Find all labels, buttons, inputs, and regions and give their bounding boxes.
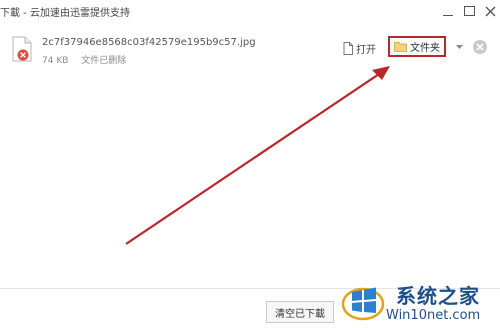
remove-circle-icon[interactable] <box>472 39 488 55</box>
image-file-icon <box>12 36 32 62</box>
close-icon <box>485 6 495 16</box>
clear-downloaded-button[interactable]: 清空已下載 <box>266 301 334 323</box>
file-status: 文件已删除 <box>81 56 127 66</box>
watermark: 系统之家 Win10net.com <box>340 272 500 328</box>
file-size: 74 KB <box>42 56 69 66</box>
open-button[interactable]: 打开 <box>343 40 376 56</box>
minimize-icon <box>443 14 453 16</box>
folder-icon <box>394 42 407 52</box>
maximize-button[interactable] <box>459 2 479 20</box>
document-icon <box>343 41 353 55</box>
watermark-url: Win10net.com <box>386 308 481 323</box>
watermark-title: 系统之家 <box>396 284 480 308</box>
watermark-logo-icon <box>341 287 385 321</box>
chevron-down-icon <box>455 44 463 49</box>
folder-button[interactable]: 文件夹 <box>388 36 446 57</box>
minimize-button[interactable] <box>438 2 458 20</box>
more-options-button[interactable] <box>454 40 464 54</box>
title-bar: 下載 - 云加速由迅雷提供支持 <box>0 0 500 24</box>
file-meta: 74 KB 文件已删除 <box>42 53 126 66</box>
download-item[interactable]: 2c7f37946e8568c03f42579e195b9c57.jpg 74 … <box>0 28 500 68</box>
open-label: 打开 <box>356 44 376 56</box>
close-button[interactable] <box>480 2 500 20</box>
maximize-icon <box>463 6 475 16</box>
window-title: 下載 - 云加速由迅雷提供支持 <box>0 8 130 19</box>
file-name: 2c7f37946e8568c03f42579e195b9c57.jpg <box>42 37 256 48</box>
folder-label: 文件夹 <box>410 43 440 54</box>
